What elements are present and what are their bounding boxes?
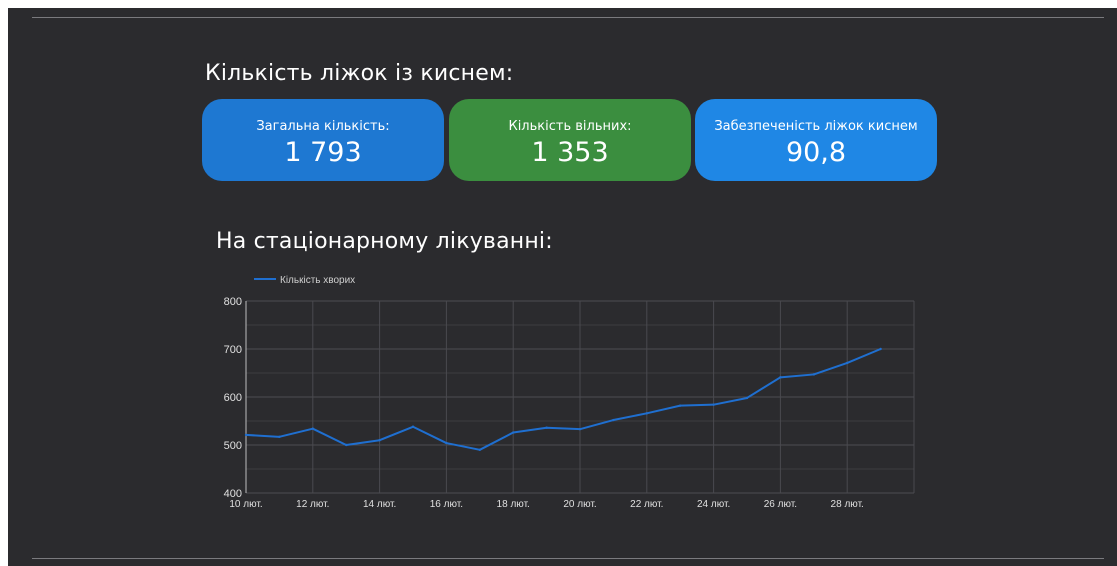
data-point bbox=[679, 404, 682, 407]
series-line bbox=[245, 348, 881, 451]
y-tick-label: 500 bbox=[224, 440, 242, 452]
data-point bbox=[311, 427, 314, 430]
total-beds-label: Загальна кількість: bbox=[256, 119, 390, 134]
y-tick-label: 700 bbox=[224, 344, 242, 356]
y-tick-label: 600 bbox=[224, 392, 242, 404]
data-point bbox=[411, 425, 415, 428]
data-point bbox=[645, 412, 648, 415]
data-point bbox=[512, 431, 515, 434]
x-tick-label: 28 лют. bbox=[831, 499, 864, 510]
free-beds-value: 1 353 bbox=[531, 137, 609, 168]
x-tick-label: 20 лют. bbox=[563, 499, 596, 510]
dashboard-panel: Кількість ліжок із киснем: Загальна кіль… bbox=[8, 8, 1117, 566]
data-point bbox=[378, 439, 381, 442]
data-point bbox=[578, 427, 582, 431]
total-beds-value: 1 793 bbox=[284, 137, 362, 168]
x-tick-label: 16 лют. bbox=[430, 499, 463, 510]
data-point bbox=[445, 441, 448, 445]
total-beds-card: Загальна кількість: 1 793 bbox=[202, 99, 444, 181]
data-point bbox=[779, 376, 782, 379]
data-point bbox=[812, 373, 815, 376]
x-tick-label: 24 лют. bbox=[697, 499, 730, 510]
free-beds-label: Кількість вільних: bbox=[508, 119, 632, 134]
data-point bbox=[478, 448, 481, 451]
top-divider bbox=[32, 17, 1104, 18]
data-point bbox=[278, 435, 281, 439]
oxygen-provision-label: Забезпеченість ліжок киснем bbox=[714, 119, 918, 134]
data-point bbox=[846, 361, 849, 365]
data-point bbox=[712, 403, 715, 406]
page: Кількість ліжок із киснем: Загальна кіль… bbox=[0, 0, 1117, 566]
x-tick-label: 14 лют. bbox=[363, 499, 396, 510]
legend-label: Кількість хворих bbox=[280, 275, 355, 286]
x-tick-label: 12 лют. bbox=[296, 499, 329, 510]
oxygen-provision-value: 90,8 bbox=[785, 137, 847, 168]
inpatient-title: На стаціонарному лікуванні: bbox=[216, 229, 553, 254]
oxygen-beds-title: Кількість ліжок із киснем: bbox=[205, 61, 514, 86]
data-point bbox=[879, 347, 882, 351]
oxygen-provision-card: Забезпеченість ліжок киснем 90,8 bbox=[695, 99, 937, 181]
data-point bbox=[244, 433, 248, 437]
data-point bbox=[612, 418, 615, 422]
inpatient-line-chart: 400 500 600 700 800 10 лют. 12 лют. 14 лют. 16 л… bbox=[204, 268, 924, 513]
x-tick-label: 22 лют. bbox=[630, 499, 663, 510]
data-point bbox=[545, 426, 548, 429]
x-tick-label: 18 лют. bbox=[497, 499, 530, 510]
data-point bbox=[745, 396, 749, 400]
bottom-divider bbox=[32, 558, 1104, 559]
x-tick-label: 26 лют. bbox=[764, 499, 797, 510]
chart-canvas: 40050060070080010 лют. 12 лют. 14 лют. 16 л… bbox=[224, 275, 915, 510]
x-tick-label: 10 лют. bbox=[229, 499, 262, 510]
data-point bbox=[345, 443, 348, 447]
free-beds-card: Кількість вільних: 1 353 bbox=[449, 99, 691, 181]
y-tick-label: 800 bbox=[224, 296, 242, 308]
